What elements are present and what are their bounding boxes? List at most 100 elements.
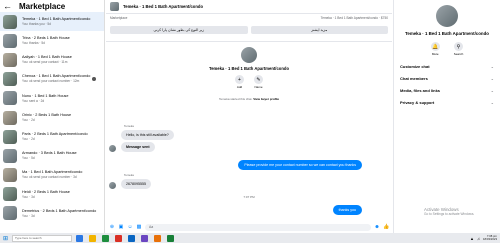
chat-header-avatar[interactable] bbox=[110, 2, 119, 11]
conversation-item[interactable]: Nunu · 1 Bed 1 Bath House You: sent a · 2… bbox=[0, 89, 104, 108]
mute-action[interactable]: 🔔 Mute bbox=[430, 42, 440, 56]
add-user-icon: + bbox=[235, 75, 244, 84]
unread-badge bbox=[92, 76, 96, 81]
conversation-item[interactable]: Heidi · 2 Beds 1 Bath House You: · 3d bbox=[0, 185, 104, 204]
message-bubble[interactable]: Message sent bbox=[121, 142, 155, 152]
app-icon[interactable] bbox=[167, 234, 174, 242]
marketplace-label: Marketplace bbox=[110, 16, 128, 20]
profile-picture[interactable] bbox=[241, 47, 257, 63]
conversation-preview: You: ok send your contact number · 3d bbox=[22, 175, 77, 180]
message-bubble[interactable]: 2678095555 bbox=[121, 179, 151, 189]
wifi-icon[interactable]: ▲ bbox=[470, 236, 474, 241]
chrome-icon[interactable] bbox=[115, 234, 122, 242]
chevron-down-icon: ⌄ bbox=[490, 88, 494, 93]
section-chat-members[interactable]: Chat members ⌄ bbox=[394, 76, 500, 81]
name-action[interactable]: ✎ Name bbox=[254, 75, 263, 89]
conversation-list: Temeka · 1 Bed 1 Bath Apartment/condo You… bbox=[0, 12, 104, 223]
listing-thumbnail bbox=[3, 52, 17, 67]
search-label: Search bbox=[453, 52, 464, 56]
more-options-button[interactable]: مزید اپشنز bbox=[250, 26, 388, 34]
conversation-item[interactable]: Demetrius · 2 Beds 1 Bath Apartment/cond… bbox=[0, 204, 104, 223]
message-row-incoming: Message sent bbox=[109, 142, 392, 152]
chat-profile: Temeka · 1 Bed 1 Bath Apartment/condo + … bbox=[106, 47, 392, 101]
conversation-item[interactable]: Trina · 2 Beds 1 Bath House You: thanks ·… bbox=[0, 31, 104, 50]
conversation-preview: You: · 2d bbox=[22, 117, 35, 122]
conversation-title: Demetrius · 2 Beds 1 Bath Apartment/cond… bbox=[22, 208, 97, 213]
file-explorer-icon[interactable] bbox=[89, 234, 96, 242]
listing-thumbnail bbox=[3, 187, 17, 202]
chevron-down-icon: ⌄ bbox=[490, 76, 494, 81]
conversation-preview: You: thanks you · 5d bbox=[22, 21, 51, 26]
mute-label: Mute bbox=[431, 52, 439, 56]
chat-header-title[interactable]: Temeka · 1 Bed 1 Bath Apartment/condo bbox=[123, 4, 203, 9]
taskbar-search-input[interactable]: Type here to search bbox=[12, 234, 72, 242]
conversation-preview: You: · 5d bbox=[22, 156, 35, 161]
conversation-text: Armando · 3 Beds 1 Bath House You: · 5d bbox=[22, 151, 104, 161]
time-separator: 7:07 PM bbox=[243, 195, 255, 199]
sender-avatar[interactable] bbox=[109, 182, 116, 189]
message-row-outgoing: thanks you bbox=[106, 205, 362, 215]
message-bubble[interactable]: Please provide me your contact number so… bbox=[238, 160, 362, 170]
gif-icon[interactable]: ▩ bbox=[136, 224, 142, 230]
sender-avatar[interactable] bbox=[109, 145, 116, 152]
app-icon[interactable] bbox=[154, 234, 161, 242]
system-note: Temeka started this chat. View buyer pro… bbox=[106, 97, 392, 101]
message-row-incoming: 2678095555 bbox=[109, 179, 392, 189]
section-customize-chat[interactable]: Customize chat ⌄ bbox=[394, 64, 500, 69]
task-view-icon[interactable] bbox=[76, 234, 83, 242]
chat-info-panel: Temeka · 1 Bed 1 Bath Apartment/condo 🔔 … bbox=[393, 0, 500, 233]
system-note-text: Temeka started this chat. bbox=[219, 97, 253, 101]
message-composer: ⊕ ▣ ☺ ▩ Aa ☻ 👍 bbox=[106, 221, 392, 233]
conversation-item[interactable]: Ma · 1 Bed 1 Bath Apartment/condo You: ok… bbox=[0, 166, 104, 185]
sidebar-title: Marketplace bbox=[19, 1, 66, 11]
listing-thumbnail bbox=[3, 14, 17, 29]
conversation-item[interactable]: Orinic · 2 Beds 1 Bath House You: · 2d bbox=[0, 108, 104, 127]
conversation-preview: You: sent a · 2d bbox=[22, 98, 45, 103]
chat-panel: Temeka · 1 Bed 1 Bath Apartment/condo Ma… bbox=[106, 0, 392, 233]
section-label: Privacy & support bbox=[400, 100, 435, 105]
conversation-item[interactable]: Paris · 2 Beds 1 Bath Apartment/condo You… bbox=[0, 127, 104, 146]
name-label: Name bbox=[254, 85, 263, 89]
conversation-item[interactable]: Aaliyah · 1 Bed 1 Bath House You: ok send… bbox=[0, 50, 104, 69]
message-row-outgoing: Please provide me your contact number so… bbox=[106, 160, 362, 170]
conversation-item[interactable]: Chenoa · 1 Bed 1 Bath Apartment/condo You… bbox=[0, 70, 104, 89]
info-name: Temeka · 1 Bed 1 Bath Apartment/condo bbox=[405, 31, 489, 36]
section-media-files[interactable]: Media, files and links ⌄ bbox=[394, 88, 500, 93]
conversation-item[interactable]: Temeka · 1 Bed 1 Bath Apartment/condo You… bbox=[0, 12, 104, 32]
view-buyer-profile-link[interactable]: View buyer profile bbox=[253, 97, 279, 101]
chat-header: Temeka · 1 Bed 1 Bath Apartment/condo bbox=[106, 0, 392, 14]
app-icon[interactable] bbox=[102, 234, 109, 242]
image-icon[interactable]: ▣ bbox=[118, 224, 124, 230]
app-icon[interactable] bbox=[141, 234, 148, 242]
sender-name: Temeka bbox=[124, 124, 134, 128]
add-label: Add bbox=[236, 85, 243, 89]
info-profile-picture[interactable] bbox=[436, 5, 458, 27]
listing-thumbnail bbox=[3, 206, 17, 221]
message-bubble[interactable]: thanks you bbox=[332, 205, 362, 215]
mark-pending-button[interactable]: زیر النوع کی بطور نشان پارا کرنی bbox=[110, 26, 248, 34]
conversation-item[interactable]: Armando · 3 Beds 1 Bath House You: · 5d bbox=[0, 146, 104, 165]
system-tray: ▲ ♫ 7:08 pm 18/03/2023 bbox=[470, 234, 497, 242]
back-arrow-icon[interactable]: ← bbox=[3, 1, 13, 11]
message-input[interactable]: Aa bbox=[145, 223, 371, 231]
chevron-down-icon: ⌄ bbox=[490, 64, 494, 69]
message-bubble[interactable]: Hello, is this still available? bbox=[121, 130, 174, 140]
plus-circle-icon[interactable]: ⊕ bbox=[109, 224, 115, 230]
add-action[interactable]: + Add bbox=[235, 75, 244, 89]
conversation-text: Aaliyah · 1 Bed 1 Bath House You: ok send… bbox=[22, 55, 104, 65]
search-action[interactable]: ⚲ Search bbox=[453, 42, 464, 56]
windows-start-icon[interactable]: ⊞ bbox=[3, 235, 10, 242]
edge-icon[interactable] bbox=[128, 234, 135, 242]
listing-summary[interactable]: Temeka · 1 Bed 1 Bath Apartment/condo · … bbox=[321, 16, 388, 20]
taskbar-clock[interactable]: 7:08 pm 18/03/2023 bbox=[483, 234, 497, 242]
section-label: Chat members bbox=[400, 76, 428, 81]
search-icon: ⚲ bbox=[453, 42, 463, 51]
volume-icon[interactable]: ♫ bbox=[477, 236, 480, 241]
message-row-incoming: Hello, is this still available? bbox=[109, 130, 392, 140]
section-privacy-support[interactable]: Privacy & support ⌄ bbox=[394, 100, 500, 105]
conversation-text: Orinic · 2 Beds 1 Bath House You: · 2d bbox=[22, 113, 104, 123]
like-icon[interactable]: 👍 bbox=[383, 224, 389, 230]
emoji-icon[interactable]: ☻ bbox=[374, 224, 380, 230]
conversation-text: Nunu · 1 Bed 1 Bath House You: sent a · 2… bbox=[22, 94, 104, 104]
sticker-icon[interactable]: ☺ bbox=[127, 224, 133, 230]
